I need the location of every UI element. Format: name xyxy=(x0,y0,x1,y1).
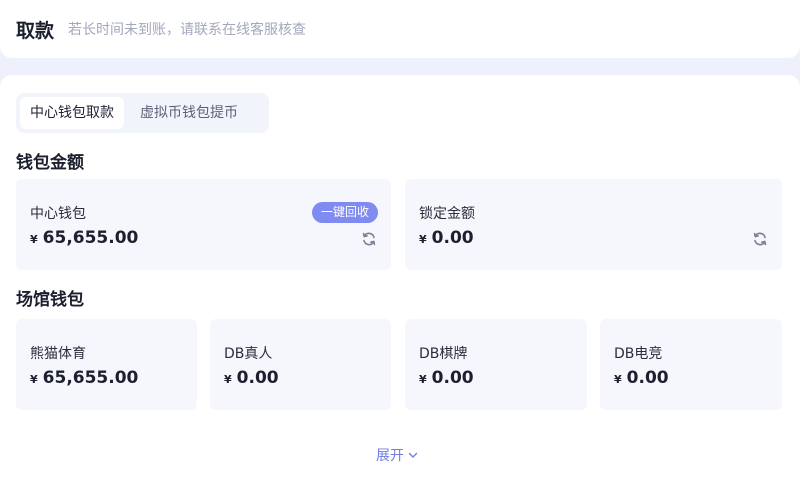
venue-label: 熊猫体育 xyxy=(30,346,86,362)
recall-all-button[interactable]: 一键回收 xyxy=(311,202,378,223)
tab-crypto-wallet[interactable]: 虚拟币钱包提币 xyxy=(130,97,248,129)
page-header: 取款 若长时间未到账，请联系在线客服核查 xyxy=(0,0,800,58)
page-title: 取款 xyxy=(16,19,55,42)
amount-value: 0.00 xyxy=(626,368,669,388)
locked-amount-card: 锁定金额 ¥0.00 xyxy=(405,179,782,270)
chevron-down-icon xyxy=(408,452,418,458)
venue-amount: ¥65,655.00 xyxy=(30,368,138,388)
venue-wallet-card: 熊猫体育 ¥65,655.00 xyxy=(16,319,197,410)
tab-center-wallet[interactable]: 中心钱包取款 xyxy=(20,97,124,129)
amount-value: 65,655.00 xyxy=(42,368,139,388)
venue-amount: ¥0.00 xyxy=(419,368,474,388)
amount-value: 65,655.00 xyxy=(42,228,139,248)
main-panel: 中心钱包取款 虚拟币钱包提币 钱包金额 中心钱包 一键回收 ¥65,655.00… xyxy=(0,75,800,500)
notice-text: 若长时间未到账，请联系在线客服核查 xyxy=(68,22,307,38)
refresh-icon[interactable] xyxy=(752,231,768,247)
amount-value: 0.00 xyxy=(236,368,279,388)
center-wallet-label: 中心钱包 xyxy=(30,206,86,222)
currency-symbol: ¥ xyxy=(30,233,38,246)
currency-symbol: ¥ xyxy=(419,233,427,246)
amount-value: 0.00 xyxy=(431,368,474,388)
currency-symbol: ¥ xyxy=(30,373,38,386)
currency-symbol: ¥ xyxy=(419,373,427,386)
venue-section-title: 场馆钱包 xyxy=(16,290,84,310)
venue-label: DB真人 xyxy=(224,346,273,362)
center-wallet-card: 中心钱包 一键回收 ¥65,655.00 xyxy=(16,179,391,270)
locked-amount-label: 锁定金额 xyxy=(419,206,475,222)
withdraw-tabs: 中心钱包取款 虚拟币钱包提币 xyxy=(16,93,269,133)
currency-symbol: ¥ xyxy=(614,373,622,386)
amount-value: 0.00 xyxy=(431,228,474,248)
venue-label: DB棋牌 xyxy=(419,346,468,362)
venue-label: DB电竞 xyxy=(614,346,663,362)
venue-wallet-card: DB真人 ¥0.00 xyxy=(210,319,391,410)
refresh-icon[interactable] xyxy=(361,231,377,247)
expand-label: 展开 xyxy=(376,448,404,464)
currency-symbol: ¥ xyxy=(224,373,232,386)
venue-amount: ¥0.00 xyxy=(614,368,669,388)
locked-amount: ¥0.00 xyxy=(419,228,474,248)
venue-wallet-card: DB电竞 ¥0.00 xyxy=(600,319,782,410)
venue-amount: ¥0.00 xyxy=(224,368,279,388)
expand-button[interactable]: 展开 xyxy=(376,445,418,465)
venue-wallet-card: DB棋牌 ¥0.00 xyxy=(405,319,587,410)
wallet-section-title: 钱包金额 xyxy=(16,153,84,173)
center-wallet-amount: ¥65,655.00 xyxy=(30,228,138,248)
